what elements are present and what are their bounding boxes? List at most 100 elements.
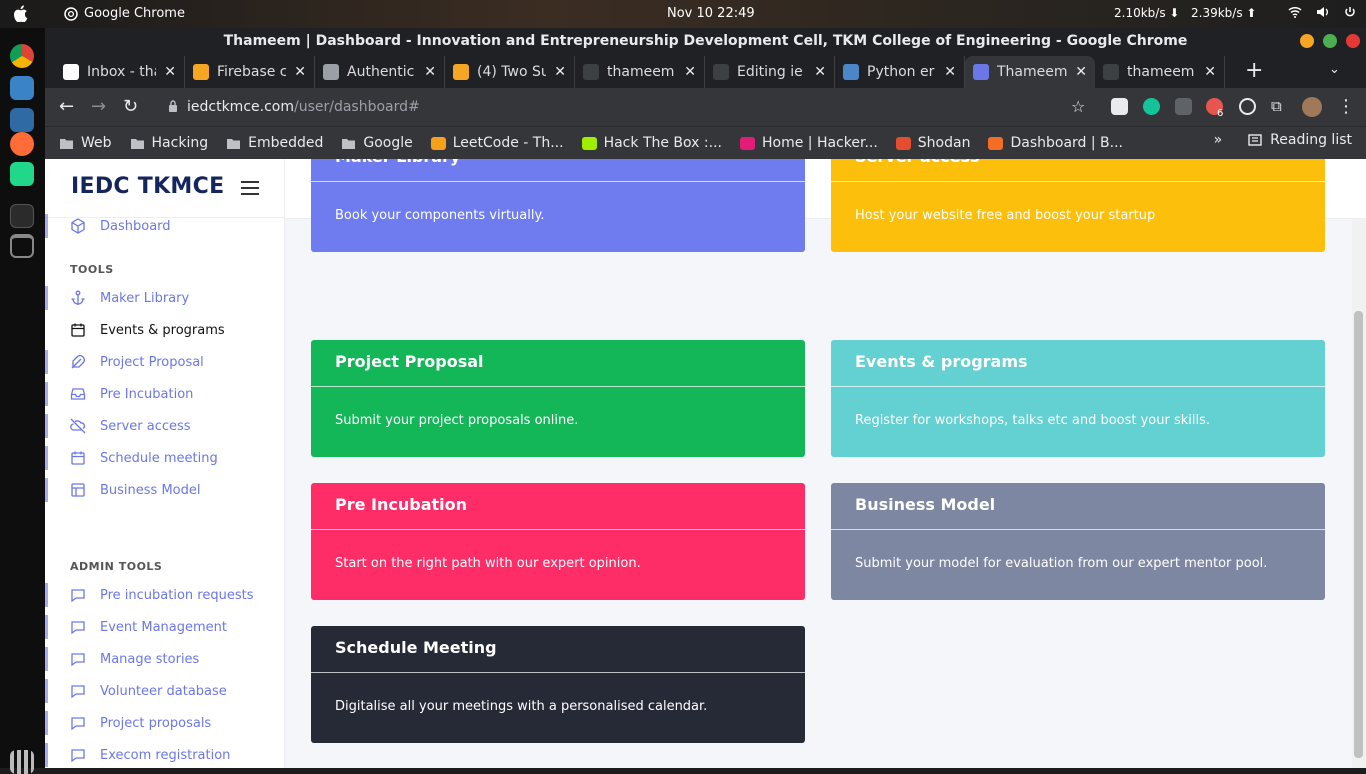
off-extension-icon[interactable] (1111, 98, 1128, 115)
browser-tab[interactable]: Inbox - tha ✕ (55, 56, 185, 88)
bookmark-item[interactable]: LeetCode - Th... (430, 135, 564, 151)
sidebar-item-dashboard[interactable]: Dashboard (45, 214, 285, 238)
browser-tab[interactable]: thameem ✕ (1095, 56, 1225, 88)
postman-dock-icon[interactable] (10, 132, 34, 156)
forward-button[interactable]: → (91, 96, 106, 117)
bookmark-item[interactable]: Web (59, 135, 112, 151)
extensions-puzzle-icon[interactable]: ⧉ (1271, 97, 1282, 115)
browser-tab[interactable]: (4) Two Su ✕ (445, 56, 575, 88)
sidebar-item-maker-library[interactable]: Maker Library (45, 286, 285, 310)
sidebar-admin-item-project-proposals[interactable]: Project proposals (45, 711, 285, 735)
pycharm-dock-icon[interactable] (10, 162, 34, 186)
sidebar-admin-item-event-management[interactable]: Event Management (45, 615, 285, 639)
card-title[interactable]: Schedule Meeting (311, 626, 805, 673)
grammarly-extension-icon[interactable] (1143, 98, 1160, 115)
scrollbar[interactable] (1352, 219, 1366, 768)
close-tab-icon[interactable]: ✕ (684, 64, 696, 80)
bookmarks-overflow-icon[interactable]: » (1214, 132, 1223, 148)
browser-tab[interactable]: Thameem ✕ (965, 56, 1095, 88)
card-title[interactable]: Maker Library (311, 159, 805, 182)
wifi-icon[interactable] (1288, 6, 1302, 22)
sidebar-admin-item-volunteer-database[interactable]: Volunteer database (45, 679, 285, 703)
card-business-model[interactable]: Business Model Submit your model for eval… (831, 483, 1325, 600)
browser-tab[interactable]: Python er ✕ (835, 56, 965, 88)
browser-tab[interactable]: Firebase c ✕ (185, 56, 315, 88)
card-title[interactable]: Business Model (831, 483, 1325, 530)
tab-search-dropdown[interactable]: ⌄ (1329, 62, 1340, 77)
card-title[interactable]: Pre Incubation (311, 483, 805, 530)
card-events-programs[interactable]: Events & programs Register for workshops,… (831, 340, 1325, 457)
card-schedule-meeting[interactable]: Schedule Meeting Digitalise all your meet… (311, 626, 805, 743)
sidebar-item-events-programs[interactable]: Events & programs (45, 318, 285, 342)
maximize-button[interactable] (1323, 34, 1337, 48)
back-button[interactable]: ← (59, 96, 74, 117)
m-extension-icon[interactable] (1175, 98, 1192, 115)
close-tab-icon[interactable]: ✕ (814, 64, 826, 80)
lock-icon[interactable] (168, 100, 178, 112)
scrollbar-thumb[interactable] (1354, 311, 1363, 758)
react-devtools-icon[interactable] (1239, 98, 1256, 115)
files-dock-icon[interactable] (10, 76, 34, 100)
close-tab-icon[interactable]: ✕ (554, 64, 566, 80)
sidebar-item-pre-incubation[interactable]: Pre Incubation (45, 382, 285, 406)
sidebar-item-server-access[interactable]: Server access (45, 414, 285, 438)
card-maker-library[interactable]: Maker Library Book your components virtua… (311, 159, 805, 252)
sidebar-item-project-proposal[interactable]: Project Proposal (45, 350, 285, 374)
card-title[interactable]: Project Proposal (311, 340, 805, 387)
reload-button[interactable]: ↻ (123, 96, 138, 117)
sidebar-admin-item-pre-incubation-requests[interactable]: Pre incubation requests (45, 583, 285, 607)
trash-dock-icon[interactable] (10, 234, 34, 258)
message-icon (71, 653, 85, 667)
nav-item-label: Pre Incubation (100, 386, 194, 402)
system-clock[interactable]: Nov 10 22:49 (667, 6, 755, 21)
hamburger-menu-icon[interactable] (241, 181, 259, 195)
card-pre-incubation[interactable]: Pre Incubation Start on the right path wi… (311, 483, 805, 600)
bookmark-item[interactable]: Hack The Box :... (581, 135, 722, 151)
close-tab-icon[interactable]: ✕ (1075, 64, 1087, 80)
tab-label: Editing ie (737, 64, 803, 80)
new-tab-button[interactable]: + (1245, 58, 1263, 83)
bookmark-item[interactable]: Dashboard | B... (988, 135, 1123, 151)
bookmark-item[interactable]: Shodan (895, 135, 970, 151)
sidebar-admin-item-manage-stories[interactable]: Manage stories (45, 647, 285, 671)
bookmark-item[interactable]: Embedded (226, 135, 323, 151)
sidebar-admin-item-execom-registration[interactable]: Execom registration (45, 743, 285, 767)
power-icon[interactable] (1344, 6, 1356, 22)
bookmark-star-icon[interactable]: ☆ (1071, 97, 1085, 116)
profile-avatar-icon[interactable] (1302, 97, 1322, 117)
active-app-menu[interactable]: Google Chrome (64, 6, 185, 21)
reading-list-button[interactable]: » Reading list (1214, 132, 1352, 148)
browser-tab[interactable]: Authentic ✕ (315, 56, 445, 88)
close-window-button[interactable] (1346, 34, 1360, 48)
bookmark-item[interactable]: Hacking (130, 135, 208, 151)
chrome-dock-icon[interactable] (10, 44, 34, 68)
close-tab-icon[interactable]: ✕ (424, 64, 436, 80)
volume-icon[interactable] (1316, 6, 1330, 22)
sidebar-item-schedule-meeting[interactable]: Schedule meeting (45, 446, 285, 470)
app-grid-dock-icon[interactable] (10, 750, 34, 774)
nav-indicator (45, 743, 48, 767)
browser-tab[interactable]: Editing ie ✕ (705, 56, 835, 88)
bookmark-item[interactable]: Google (341, 135, 413, 151)
card-server-access[interactable]: Server access Host your website free and … (831, 159, 1325, 252)
card-title[interactable]: Server access (831, 159, 1325, 182)
close-tab-icon[interactable]: ✕ (294, 64, 306, 80)
apple-icon[interactable] (14, 5, 30, 22)
sidebar-item-business-model[interactable]: Business Model (45, 478, 285, 502)
brand-logo[interactable]: IEDC TKMCE (71, 174, 224, 199)
card-title[interactable]: Events & programs (831, 340, 1325, 387)
close-tab-icon[interactable]: ✕ (944, 64, 956, 80)
folder-icon (227, 138, 241, 149)
app-dock-icon[interactable] (10, 108, 34, 132)
chrome-menu-icon[interactable]: ⋮ (1337, 96, 1355, 117)
minimize-button[interactable] (1300, 34, 1314, 48)
terminal-dock-icon[interactable] (10, 204, 34, 228)
browser-tab[interactable]: thameem ✕ (575, 56, 705, 88)
message-icon (71, 589, 85, 603)
card-project-proposal[interactable]: Project Proposal Submit your project prop… (311, 340, 805, 457)
nav-indicator (45, 679, 48, 703)
bookmark-item[interactable]: Home | Hacker... (739, 135, 878, 151)
system-tray[interactable] (1288, 6, 1356, 22)
close-tab-icon[interactable]: ✕ (164, 64, 176, 80)
close-tab-icon[interactable]: ✕ (1204, 64, 1216, 80)
